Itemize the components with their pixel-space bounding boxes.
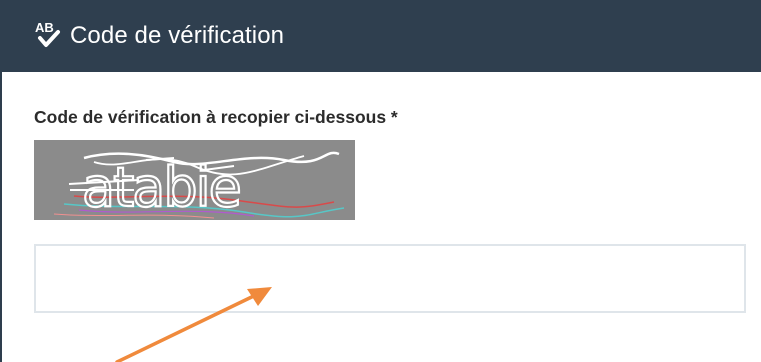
- spellcheck-ab-icon: AB: [35, 20, 60, 47]
- panel-left-border: [0, 72, 2, 362]
- panel-header: AB Code de vérification: [0, 0, 761, 72]
- svg-text:AB: AB: [35, 20, 54, 35]
- captcha-field-label: Code de vérification à recopier ci-desso…: [34, 107, 398, 127]
- verification-panel: AB Code de vérification Code de vérifica…: [0, 0, 761, 362]
- captcha-distorted-text-graphic: atabie: [34, 140, 355, 220]
- captcha-image: atabie: [34, 140, 355, 220]
- captcha-code-input[interactable]: [34, 244, 746, 313]
- panel-title: Code de vérification: [70, 22, 285, 49]
- captcha-text: atabie: [82, 156, 240, 219]
